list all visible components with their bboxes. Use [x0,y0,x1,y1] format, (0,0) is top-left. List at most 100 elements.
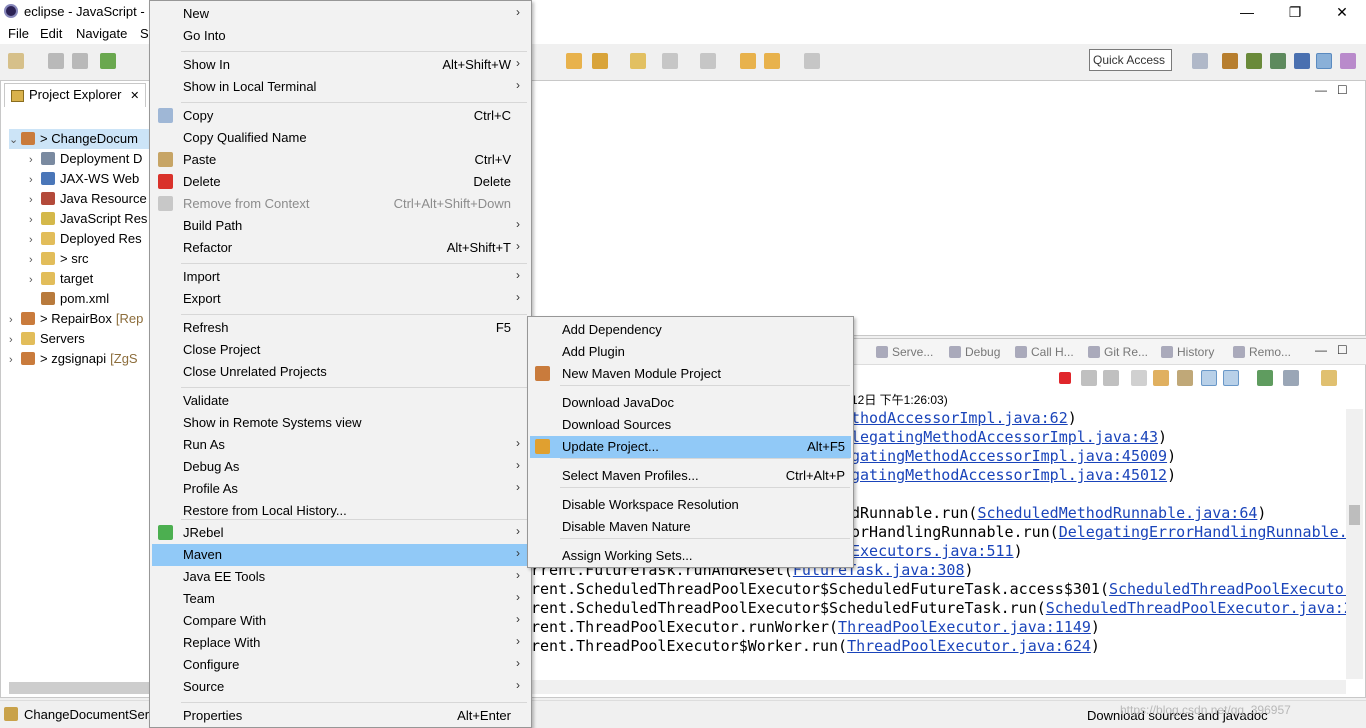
menu-item-validate[interactable]: Validate [152,390,529,412]
maven-item-update-project[interactable]: Update Project... Alt+F5 [530,436,851,458]
perspective-javascript-icon[interactable] [1316,53,1332,69]
word-wrap-icon[interactable] [1177,370,1193,386]
tree-item[interactable]: ⌄ > ChangeDocum [9,129,149,149]
menu-item-source[interactable]: Source › [152,676,529,698]
menu-navigate[interactable]: Navigate [76,26,127,41]
tree-item[interactable]: › Deployed Res [29,229,142,249]
menu-item-team[interactable]: Team › [152,588,529,610]
tree-item[interactable]: › target [29,269,93,289]
expand-arrow-icon[interactable]: › [29,230,41,250]
expand-arrow-icon[interactable]: › [9,330,21,350]
maven-item-download-sources[interactable]: Download Sources [530,414,851,436]
minimize-icon[interactable]: — [1315,343,1327,357]
tree-item[interactable]: › > src [29,249,89,269]
menu-item-build-path[interactable]: Build Path › [152,215,529,237]
stacktrace-link[interactable]: gatingMethodAccessorImpl.java:45012 [851,466,1167,484]
stacktrace-link[interactable]: thodAccessorImpl.java:62 [851,409,1068,427]
tab-debug[interactable]: Debug [949,345,1000,359]
stacktrace-link[interactable]: ScheduledThreadPoolExecutor.java:2 [1046,599,1346,617]
menu-item-refactor[interactable]: Refactor Alt+Shift+T › [152,237,529,259]
maven-item-disable-workspace-resolution[interactable]: Disable Workspace Resolution [530,494,851,516]
menu-item-paste[interactable]: Paste Ctrl+V [152,149,529,171]
expand-arrow-icon[interactable]: › [29,190,41,210]
open-perspective-icon[interactable] [1192,53,1208,69]
stacktrace-link[interactable]: Executors.java:511 [851,542,1014,560]
display-console-icon[interactable] [1283,370,1299,386]
tree-item[interactable]: › Java Resource [29,189,147,209]
maven-item-download-javadoc[interactable]: Download JavaDoc [530,392,851,414]
tree-item[interactable]: pom.xml [29,289,109,309]
close-button[interactable]: ✕ [1327,2,1357,22]
expand-arrow-icon[interactable]: ⌄ [9,130,21,150]
stacktrace-link[interactable]: ScheduledThreadPoolExecutor [1109,580,1346,598]
back-icon[interactable] [764,53,780,69]
minimize-icon[interactable]: — [1315,83,1327,97]
remove-launch-icon[interactable] [1081,370,1097,386]
next-annotation-icon[interactable] [662,53,678,69]
stacktrace-link[interactable]: ThreadPoolExecutor.java:1149 [838,618,1091,636]
menu-edit[interactable]: Edit [40,26,62,41]
menu-item-jrebel[interactable]: JRebel › [152,522,529,544]
menu-item-delete[interactable]: Delete Delete [152,171,529,193]
maven-item-assign-working-sets[interactable]: Assign Working Sets... [530,545,851,567]
project-explorer-tab[interactable]: Project Explorer ✕ [4,83,146,107]
menu-item-copy[interactable]: Copy Ctrl+C [152,105,529,127]
search-icon[interactable] [592,53,608,69]
open-folder-icon[interactable] [630,53,646,69]
expand-arrow-icon[interactable]: › [29,270,41,290]
maximize-icon[interactable]: ☐ [1337,343,1348,357]
menu-item-compare-with[interactable]: Compare With › [152,610,529,632]
run-config-icon[interactable] [100,53,116,69]
menu-item-run-as[interactable]: Run As › [152,434,529,456]
menu-item-close-project[interactable]: Close Project [152,339,529,361]
menu-item-debug-as[interactable]: Debug As › [152,456,529,478]
menu-item-go-into[interactable]: Go Into [152,25,529,47]
save-icon[interactable] [48,53,64,69]
menu-item-new[interactable]: New › [152,3,529,25]
stacktrace-link[interactable]: gatingMethodAccessorImpl.java:45009 [851,447,1167,465]
forward-icon[interactable] [804,53,820,69]
scroll-lock-icon[interactable] [1153,370,1169,386]
menu-item-show-in-local-terminal[interactable]: Show in Local Terminal › [152,76,529,98]
tree-item[interactable]: › Servers [9,329,85,349]
menu-item-configure[interactable]: Configure › [152,654,529,676]
menu-item-restore-from-local-history[interactable]: Restore from Local History... [152,500,529,522]
expand-arrow-icon[interactable]: › [9,310,21,330]
remove-all-icon[interactable] [1103,370,1119,386]
menu-file[interactable]: File [8,26,29,41]
menu-search[interactable]: S [140,26,149,41]
show-on-stderr-icon[interactable] [1223,370,1239,386]
tab-remote-systems[interactable]: Remo... [1233,345,1291,359]
expand-arrow-icon[interactable]: › [29,250,41,270]
maven-item-disable-maven-nature[interactable]: Disable Maven Nature [530,516,851,538]
menu-item-import[interactable]: Import › [152,266,529,288]
menu-item-replace-with[interactable]: Replace With › [152,632,529,654]
menu-item-java-ee-tools[interactable]: Java EE Tools › [152,566,529,588]
open-console-icon[interactable] [1321,370,1337,386]
last-edit-icon[interactable] [740,53,756,69]
tab-git-repositories[interactable]: Git Re... [1088,345,1148,359]
tab-history[interactable]: History [1161,345,1214,359]
menu-item-properties[interactable]: Properties Alt+Enter [152,705,529,727]
menu-item-show-in-remote-systems-view[interactable]: Show in Remote Systems view [152,412,529,434]
open-task-icon[interactable] [566,53,582,69]
maven-item-add-plugin[interactable]: Add Plugin [530,341,851,363]
show-on-stdout-icon[interactable] [1201,370,1217,386]
expand-arrow-icon[interactable]: › [29,210,41,230]
perspective-other-icon[interactable] [1340,53,1356,69]
perspective-javaee-icon[interactable] [1222,53,1238,69]
tree-item[interactable]: › JavaScript Res [29,209,147,229]
maximize-icon[interactable]: ☐ [1337,83,1348,97]
clear-console-icon[interactable] [1131,370,1147,386]
pin-console-icon[interactable] [1257,370,1273,386]
maven-item-add-dependency[interactable]: Add Dependency [530,319,851,341]
console-vertical-scrollbar[interactable] [1346,409,1363,679]
tab-servers[interactable]: Serve... [876,345,933,359]
menu-item-copy-qualified-name[interactable]: Copy Qualified Name [152,127,529,149]
minimize-button[interactable]: — [1232,2,1262,22]
stacktrace-link[interactable]: legatingMethodAccessorImpl.java:43 [851,428,1158,446]
tab-call-hierarchy[interactable]: Call H... [1015,345,1074,359]
menu-item-maven[interactable]: Maven › [152,544,529,566]
new-icon[interactable] [8,53,24,69]
stacktrace-link[interactable]: ThreadPoolExecutor.java:624 [847,637,1091,655]
